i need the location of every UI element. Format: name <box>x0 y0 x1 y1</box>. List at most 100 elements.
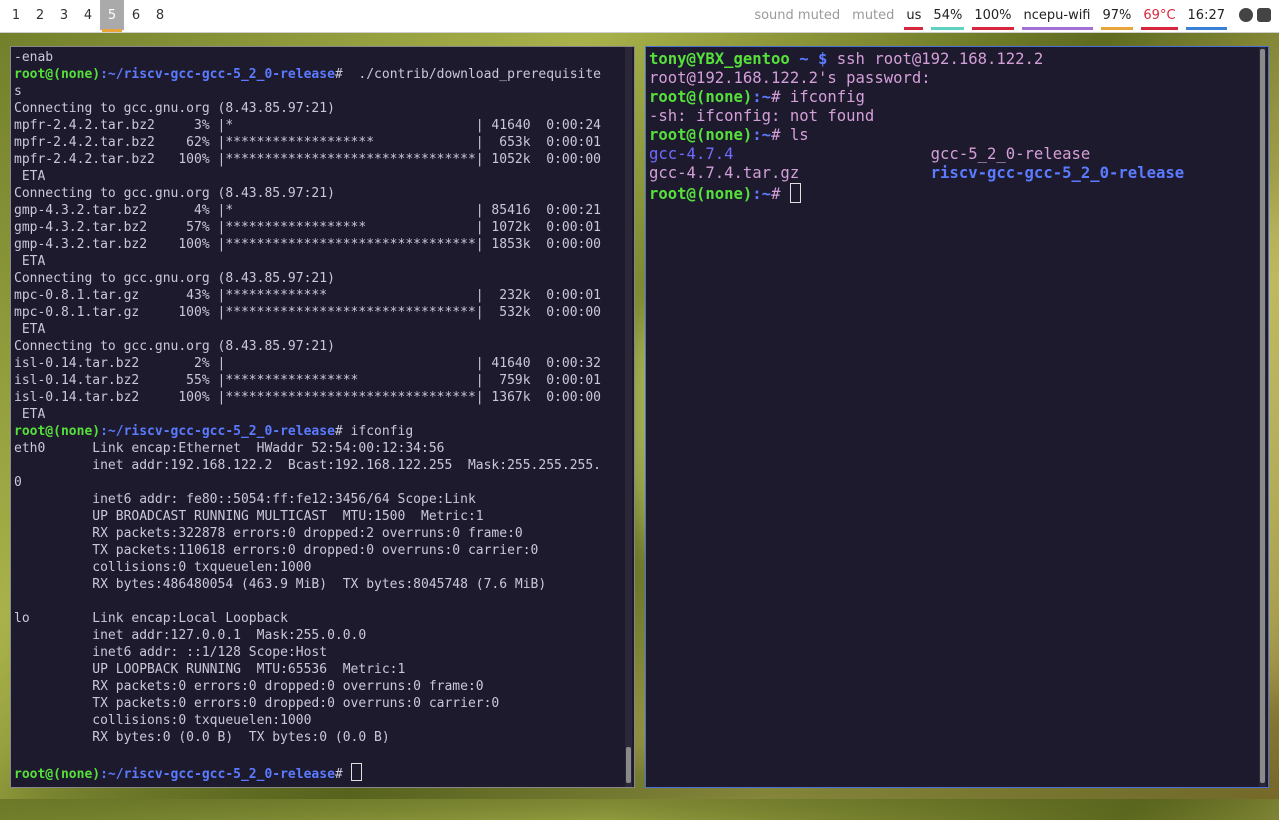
terminal-text: # <box>771 185 790 203</box>
terminal-text: # ifconfig <box>771 88 865 106</box>
terminal-text: eth0 Link encap:Ethernet HWaddr 52:54:00… <box>14 441 445 456</box>
terminal-text: gcc-4.7.4.tar.gz <box>649 164 800 182</box>
workspace-5[interactable]: 5 <box>100 0 124 32</box>
workspace-6[interactable]: 6 <box>124 0 148 30</box>
workspace-2[interactable]: 2 <box>28 0 52 30</box>
terminal-text: Connecting to gcc.gnu.org (8.43.85.97:21… <box>14 101 335 116</box>
terminal-line: s <box>14 83 601 100</box>
terminal-text: Connecting to gcc.gnu.org (8.43.85.97:21… <box>14 339 335 354</box>
terminal-text: gmp-4.3.2.tar.bz2 4% |* | 85416 0:00:21 <box>14 203 601 218</box>
terminal-line: RX packets:0 errors:0 dropped:0 overruns… <box>14 678 601 695</box>
terminal-line: inet6 addr: fe80::5054:ff:fe12:3456/64 S… <box>14 491 601 508</box>
scrollbar[interactable] <box>1259 47 1266 787</box>
terminal-cursor[interactable] <box>789 183 801 203</box>
terminal-line: 0 <box>14 474 601 491</box>
terminal-text: inet addr:192.168.122.2 Bcast:192.168.12… <box>14 458 601 473</box>
terminal-line: ETA <box>14 168 601 185</box>
terminal-text: # ./contrib/download_prerequisite <box>334 67 602 82</box>
terminal-line: UP BROADCAST RUNNING MULTICAST MTU:1500 … <box>14 508 601 525</box>
terminal-line: inet addr:192.168.122.2 Bcast:192.168.12… <box>14 457 601 474</box>
terminal-text: :~ <box>752 185 772 203</box>
terminal-text: Connecting to gcc.gnu.org (8.43.85.97:21… <box>14 186 335 201</box>
terminal-right[interactable]: tony@YBX_gentoo ~ $ ssh root@192.168.122… <box>645 46 1269 788</box>
terminal-text: root@192.168.122.2's password: <box>649 69 931 87</box>
terminal-text: -sh: ifconfig: not found <box>649 107 875 125</box>
terminal-text: :~/riscv-gcc-gcc-5_2_0-release <box>100 67 335 82</box>
terminal-line: collisions:0 txqueuelen:1000 <box>14 712 601 729</box>
workspace-3[interactable]: 3 <box>52 0 76 30</box>
terminal-text: mpfr-2.4.2.tar.bz2 62% |****************… <box>14 135 601 150</box>
status-indicator-bar <box>1141 27 1178 30</box>
terminal-text: riscv-gcc-gcc-5_2_0-release <box>930 164 1185 182</box>
status-text: 100% <box>974 8 1012 23</box>
terminal-text: UP BROADCAST RUNNING MULTICAST MTU:1500 … <box>14 509 484 524</box>
terminal-text: # <box>334 767 351 782</box>
workspace-8[interactable]: 8 <box>148 0 172 30</box>
terminal-line: mpfr-2.4.2.tar.bz2 62% |****************… <box>14 134 601 151</box>
status-text: ncepu-wifi <box>1023 8 1091 23</box>
status-text: 16:27 <box>1187 8 1225 23</box>
terminal-text: # ls <box>771 126 809 144</box>
terminal-line: root@192.168.122.2's password: <box>649 69 1184 88</box>
workspace-1[interactable]: 1 <box>4 0 28 30</box>
terminal-cursor[interactable] <box>350 763 362 781</box>
terminal-line: collisions:0 txqueuelen:1000 <box>14 559 601 576</box>
terminal-line: gmp-4.3.2.tar.bz2 4% |* | 85416 0:00:21 <box>14 202 601 219</box>
scrollbar-thumb[interactable] <box>626 747 631 783</box>
status-text: 69°C <box>1143 8 1176 23</box>
status-indicator-bar <box>1100 27 1134 30</box>
terminal-line: mpfr-2.4.2.tar.bz2 100% |***************… <box>14 151 601 168</box>
terminal-line: gcc-4.7.4.tar.gz riscv-gcc-gcc-5_2_0-rel… <box>649 164 1184 183</box>
terminal-line: root@(none):~/riscv-gcc-gcc-5_2_0-releas… <box>14 66 601 83</box>
terminal-line: TX packets:0 errors:0 dropped:0 overruns… <box>14 695 601 712</box>
scrollbar-thumb[interactable] <box>1260 49 1265 783</box>
workspace-4[interactable]: 4 <box>76 0 100 30</box>
terminal-text: ~ $ <box>789 50 828 68</box>
status-text: 97% <box>1102 8 1132 23</box>
terminal-text: collisions:0 txqueuelen:1000 <box>14 713 312 728</box>
terminal-line: Connecting to gcc.gnu.org (8.43.85.97:21… <box>14 100 601 117</box>
terminal-line: mpfr-2.4.2.tar.bz2 3% |* | 41640 0:00:24 <box>14 117 601 134</box>
terminal-text: TX packets:110618 errors:0 dropped:0 ove… <box>14 543 539 558</box>
status-area: sound muted muted us 54% 100% ncepu-wifi 97% 69… <box>748 0 1231 32</box>
terminal-text: gmp-4.3.2.tar.bz2 100% |****************… <box>14 237 601 252</box>
terminal-text: collisions:0 txqueuelen:1000 <box>14 560 312 575</box>
status-indicator-bar <box>1021 27 1093 30</box>
terminal-line: TX packets:110618 errors:0 dropped:0 ove… <box>14 542 601 559</box>
terminal-text: RX bytes:486480054 (463.9 MiB) TX bytes:… <box>14 577 547 592</box>
status-text: muted <box>852 8 895 23</box>
terminal-line: RX packets:322878 errors:0 dropped:2 ove… <box>14 525 601 542</box>
terminal-text: s <box>14 84 22 99</box>
terminal-text: root@(none) <box>14 767 101 782</box>
terminal-line: UP LOOPBACK RUNNING MTU:65536 Metric:1 <box>14 661 601 678</box>
terminal-text: ETA <box>14 169 46 184</box>
scrollbar[interactable] <box>625 47 632 787</box>
terminal-text: ssh root@192.168.122.2 <box>827 50 1044 68</box>
terminal-text: Connecting to gcc.gnu.org (8.43.85.97:21… <box>14 271 335 286</box>
terminal-text: RX packets:322878 errors:0 dropped:2 ove… <box>14 526 523 541</box>
terminal-line: Connecting to gcc.gnu.org (8.43.85.97:21… <box>14 185 601 202</box>
terminal-text: inet addr:127.0.0.1 Mask:255.0.0.0 <box>14 628 367 643</box>
tray-icon[interactable] <box>1239 8 1253 22</box>
status-item: us <box>900 0 927 30</box>
terminal-text: tony@YBX_gentoo <box>649 50 790 68</box>
status-item: 69°C <box>1137 0 1181 30</box>
terminal-text: ETA <box>14 322 46 337</box>
terminal-text: :~ <box>752 126 772 144</box>
status-item: 97% <box>1097 0 1138 30</box>
terminal-line: gmp-4.3.2.tar.bz2 100% |****************… <box>14 236 601 253</box>
terminal-text: gcc-5_2_0-release <box>930 145 1091 163</box>
terminal-line: RX bytes:486480054 (463.9 MiB) TX bytes:… <box>14 576 601 593</box>
terminal-left[interactable]: -enab root@(none):~/riscv-gcc-gcc-5_2_0-r… <box>10 46 635 788</box>
terminal-text: gmp-4.3.2.tar.bz2 57% |*****************… <box>14 220 601 235</box>
terminal-line: root@(none):~/riscv-gcc-gcc-5_2_0-releas… <box>14 423 601 440</box>
terminal-text: RX bytes:0 (0.0 B) TX bytes:0 (0.0 B) <box>14 730 390 745</box>
status-text: 54% <box>933 8 963 23</box>
terminal-output: tony@YBX_gentoo ~ $ ssh root@192.168.122… <box>649 50 1184 204</box>
terminal-line: inet6 addr: ::1/128 Scope:Host <box>14 644 601 661</box>
tray-icon[interactable] <box>1257 8 1271 22</box>
terminal-text: isl-0.14.tar.bz2 100% |*****************… <box>14 390 601 405</box>
terminal-text: gcc-4.7.4 <box>649 145 734 163</box>
